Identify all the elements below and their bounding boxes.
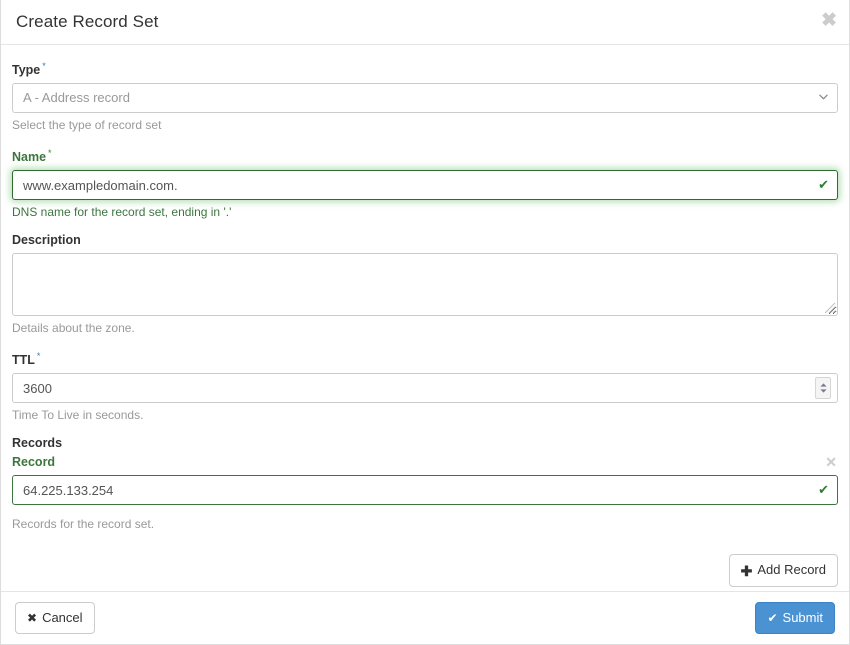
close-icon[interactable]: ✖ [821,11,837,30]
ttl-help-text: Time To Live in seconds. [12,408,144,423]
name-input-wrap: ✔ [12,170,838,201]
records-help-text: Records for the record set. [12,517,155,532]
name-help-text: DNS name for the record set, ending in '… [12,205,232,220]
field-group-name: Name* ✔ DNS name for the record set, end… [12,146,838,220]
page-title: Create Record Set [16,12,159,31]
name-input[interactable] [12,170,838,201]
close-x-icon: ✖ [27,611,38,625]
plus-icon: ✚ [740,562,753,579]
description-textarea[interactable] [12,253,838,317]
remove-record-icon[interactable]: ✕ [825,455,837,469]
description-label-text: Description [12,233,81,248]
cancel-button-label: Cancel [42,609,83,625]
type-label: Type * [12,59,838,78]
add-record-label: Add Record [757,562,826,578]
description-textarea-wrap [12,253,838,317]
ttl-label: TTL * [12,349,838,368]
required-asterisk: * [48,148,52,159]
field-group-type: Type * A - Address record Select the type… [12,59,838,133]
stepper-up-icon[interactable] [819,383,827,388]
record-label: Record [12,455,56,470]
cancel-button[interactable]: ✖ Cancel [15,601,95,635]
ttl-label-text: TTL [12,353,35,368]
field-group-records: Records Record ✕ ✔ Records for the recor… [12,436,838,588]
required-asterisk: * [42,61,46,71]
field-group-ttl: TTL* Time To Live in seconds. [12,349,838,423]
stepper-down-icon[interactable] [819,389,827,394]
add-record-row: ✚ Add Record [12,554,838,588]
submit-button-label: Submit [782,609,823,625]
add-record-button[interactable]: ✚ Add Record [728,554,838,588]
type-help-text: Select the type of record set [12,118,162,133]
description-help-text: Details about the zone. [12,321,135,336]
record-row: ✕ ✔ [12,455,838,506]
ttl-input[interactable] [12,373,838,404]
modal-footer: ✖ Cancel ✔ Submit [1,591,849,644]
submit-button[interactable]: ✔ Submit [755,601,835,635]
modal-header: Create Record Set ✖ [1,0,849,45]
type-select-wrap: A - Address record [12,83,838,114]
field-group-description: Description Details about the zone. [12,233,838,336]
create-record-set-modal: Create Record Set ✖ Type * A - Address re… [0,0,850,645]
check-icon: ✔ [767,611,778,625]
type-label-text: Type [12,63,41,78]
type-select[interactable]: A - Address record [12,83,838,114]
description-label: Description [12,233,838,248]
records-section-label: Records [12,436,63,451]
name-label: Name * [12,146,838,165]
modal-body: Type * A - Address record Select the type… [1,45,849,591]
number-stepper[interactable] [815,377,831,400]
record-input[interactable] [12,475,838,506]
required-asterisk: * [36,351,41,362]
name-label-text: Name [12,150,47,165]
ttl-input-wrap [12,373,838,404]
